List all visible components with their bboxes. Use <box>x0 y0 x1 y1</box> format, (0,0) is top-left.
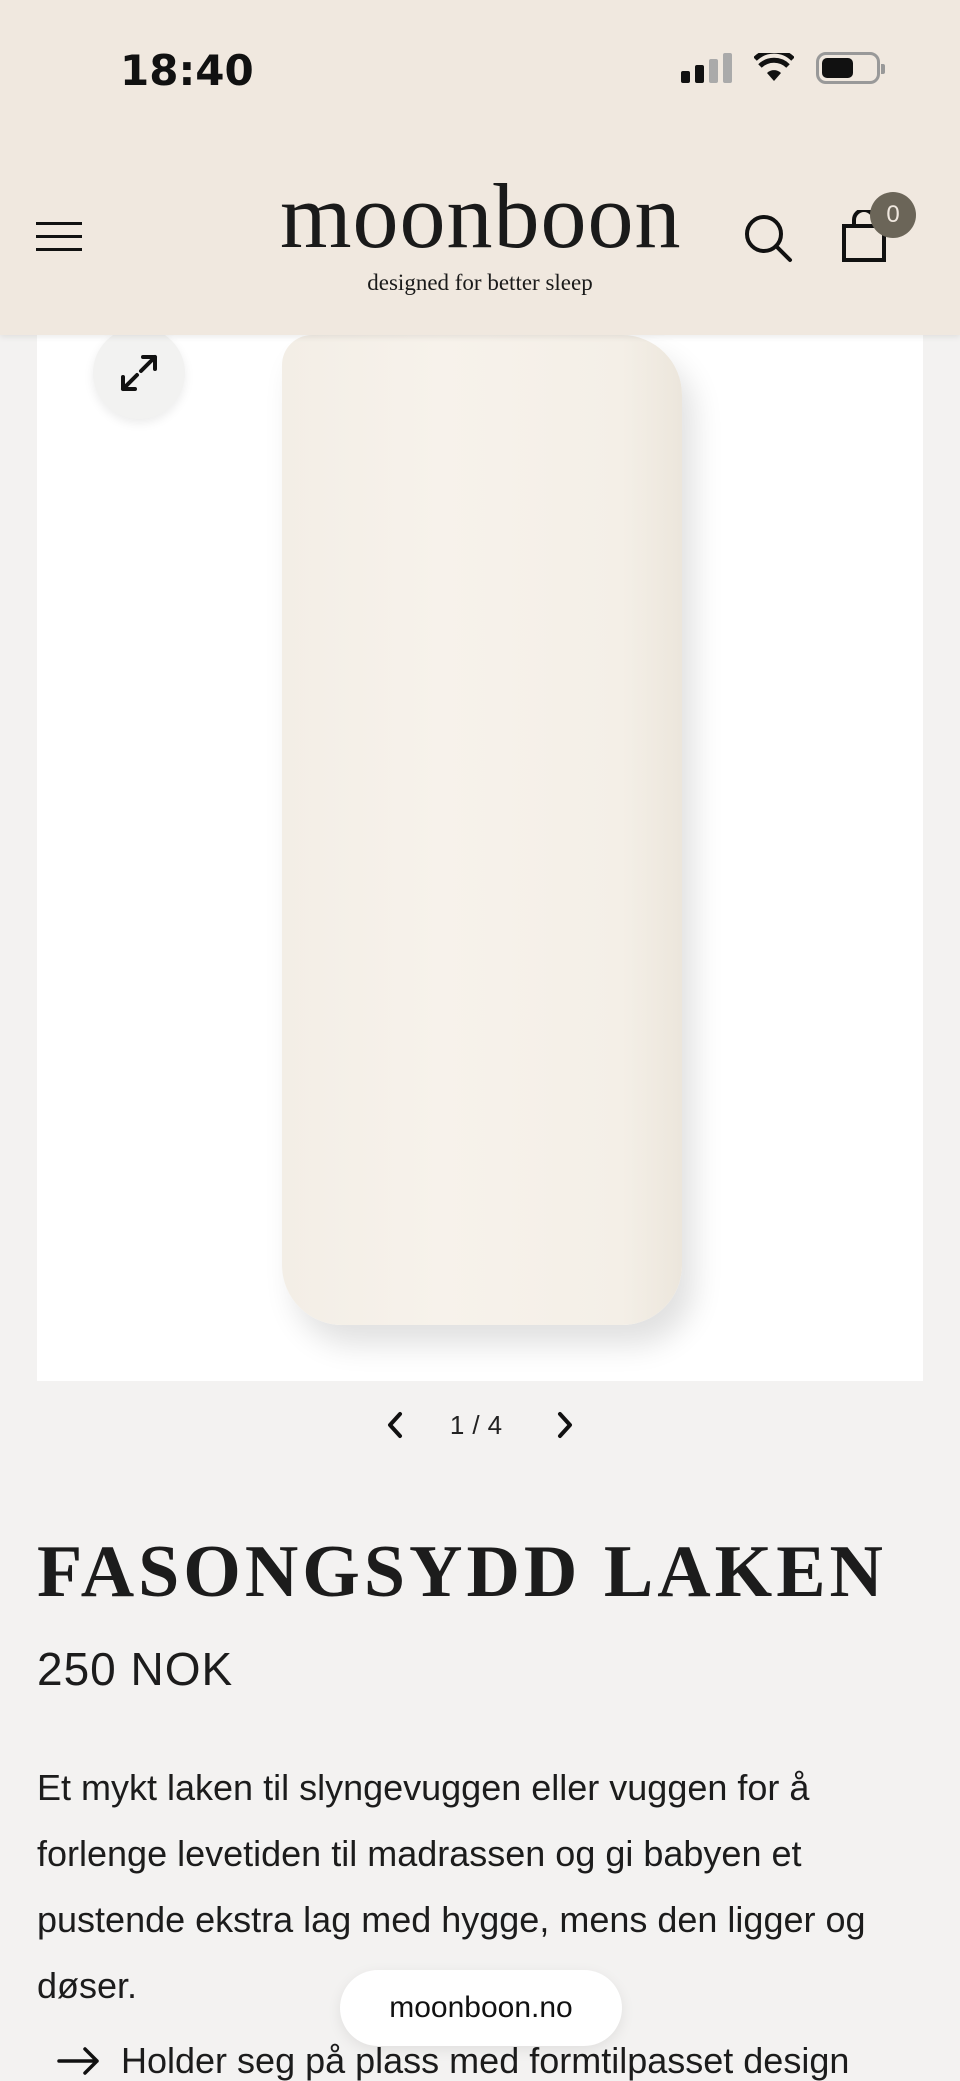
next-image-button[interactable] <box>550 1405 580 1445</box>
current-image-index: 1 <box>449 1409 473 1440</box>
feature-bullet: Holder seg på plass med formtilpasset de… <box>57 2040 849 2081</box>
search-icon[interactable] <box>742 212 794 264</box>
gallery-pager: 1/4 <box>0 1400 960 1450</box>
brand-tagline: designed for better sleep <box>367 270 593 295</box>
battery-icon <box>816 52 885 84</box>
brand-name: moonboon <box>280 165 682 267</box>
signal-icon <box>681 53 732 83</box>
expand-icon <box>121 355 157 391</box>
counter-separator: / <box>472 1409 488 1440</box>
browser-url-bar[interactable]: moonboon.no <box>340 1970 622 2046</box>
feature-bullet-text: Holder seg på plass med formtilpasset de… <box>121 2040 850 2081</box>
wifi-icon <box>754 53 794 81</box>
site-header: 18:40 moonboon designed for better sleep… <box>0 0 960 335</box>
product-gallery[interactable] <box>37 335 923 1381</box>
cart-count-badge[interactable]: 0 <box>870 192 916 238</box>
menu-icon[interactable] <box>36 222 82 254</box>
chevron-left-icon <box>387 1412 402 1438</box>
brand-logo[interactable]: moonboon designed for better sleep <box>280 165 682 296</box>
image-counter: 1/4 <box>450 1410 510 1441</box>
prev-image-button[interactable] <box>380 1405 410 1445</box>
product-image <box>282 335 682 1325</box>
product-price: 250 NOK <box>37 1643 234 1695</box>
status-icons <box>681 52 885 84</box>
chevron-right-icon <box>558 1412 573 1438</box>
total-image-count: 4 <box>487 1409 511 1440</box>
product-title: FASONGSYDD LAKEN <box>37 1531 887 1613</box>
arrow-right-icon <box>57 2047 99 2075</box>
status-time: 18:40 <box>120 46 254 95</box>
expand-button[interactable] <box>93 335 185 419</box>
